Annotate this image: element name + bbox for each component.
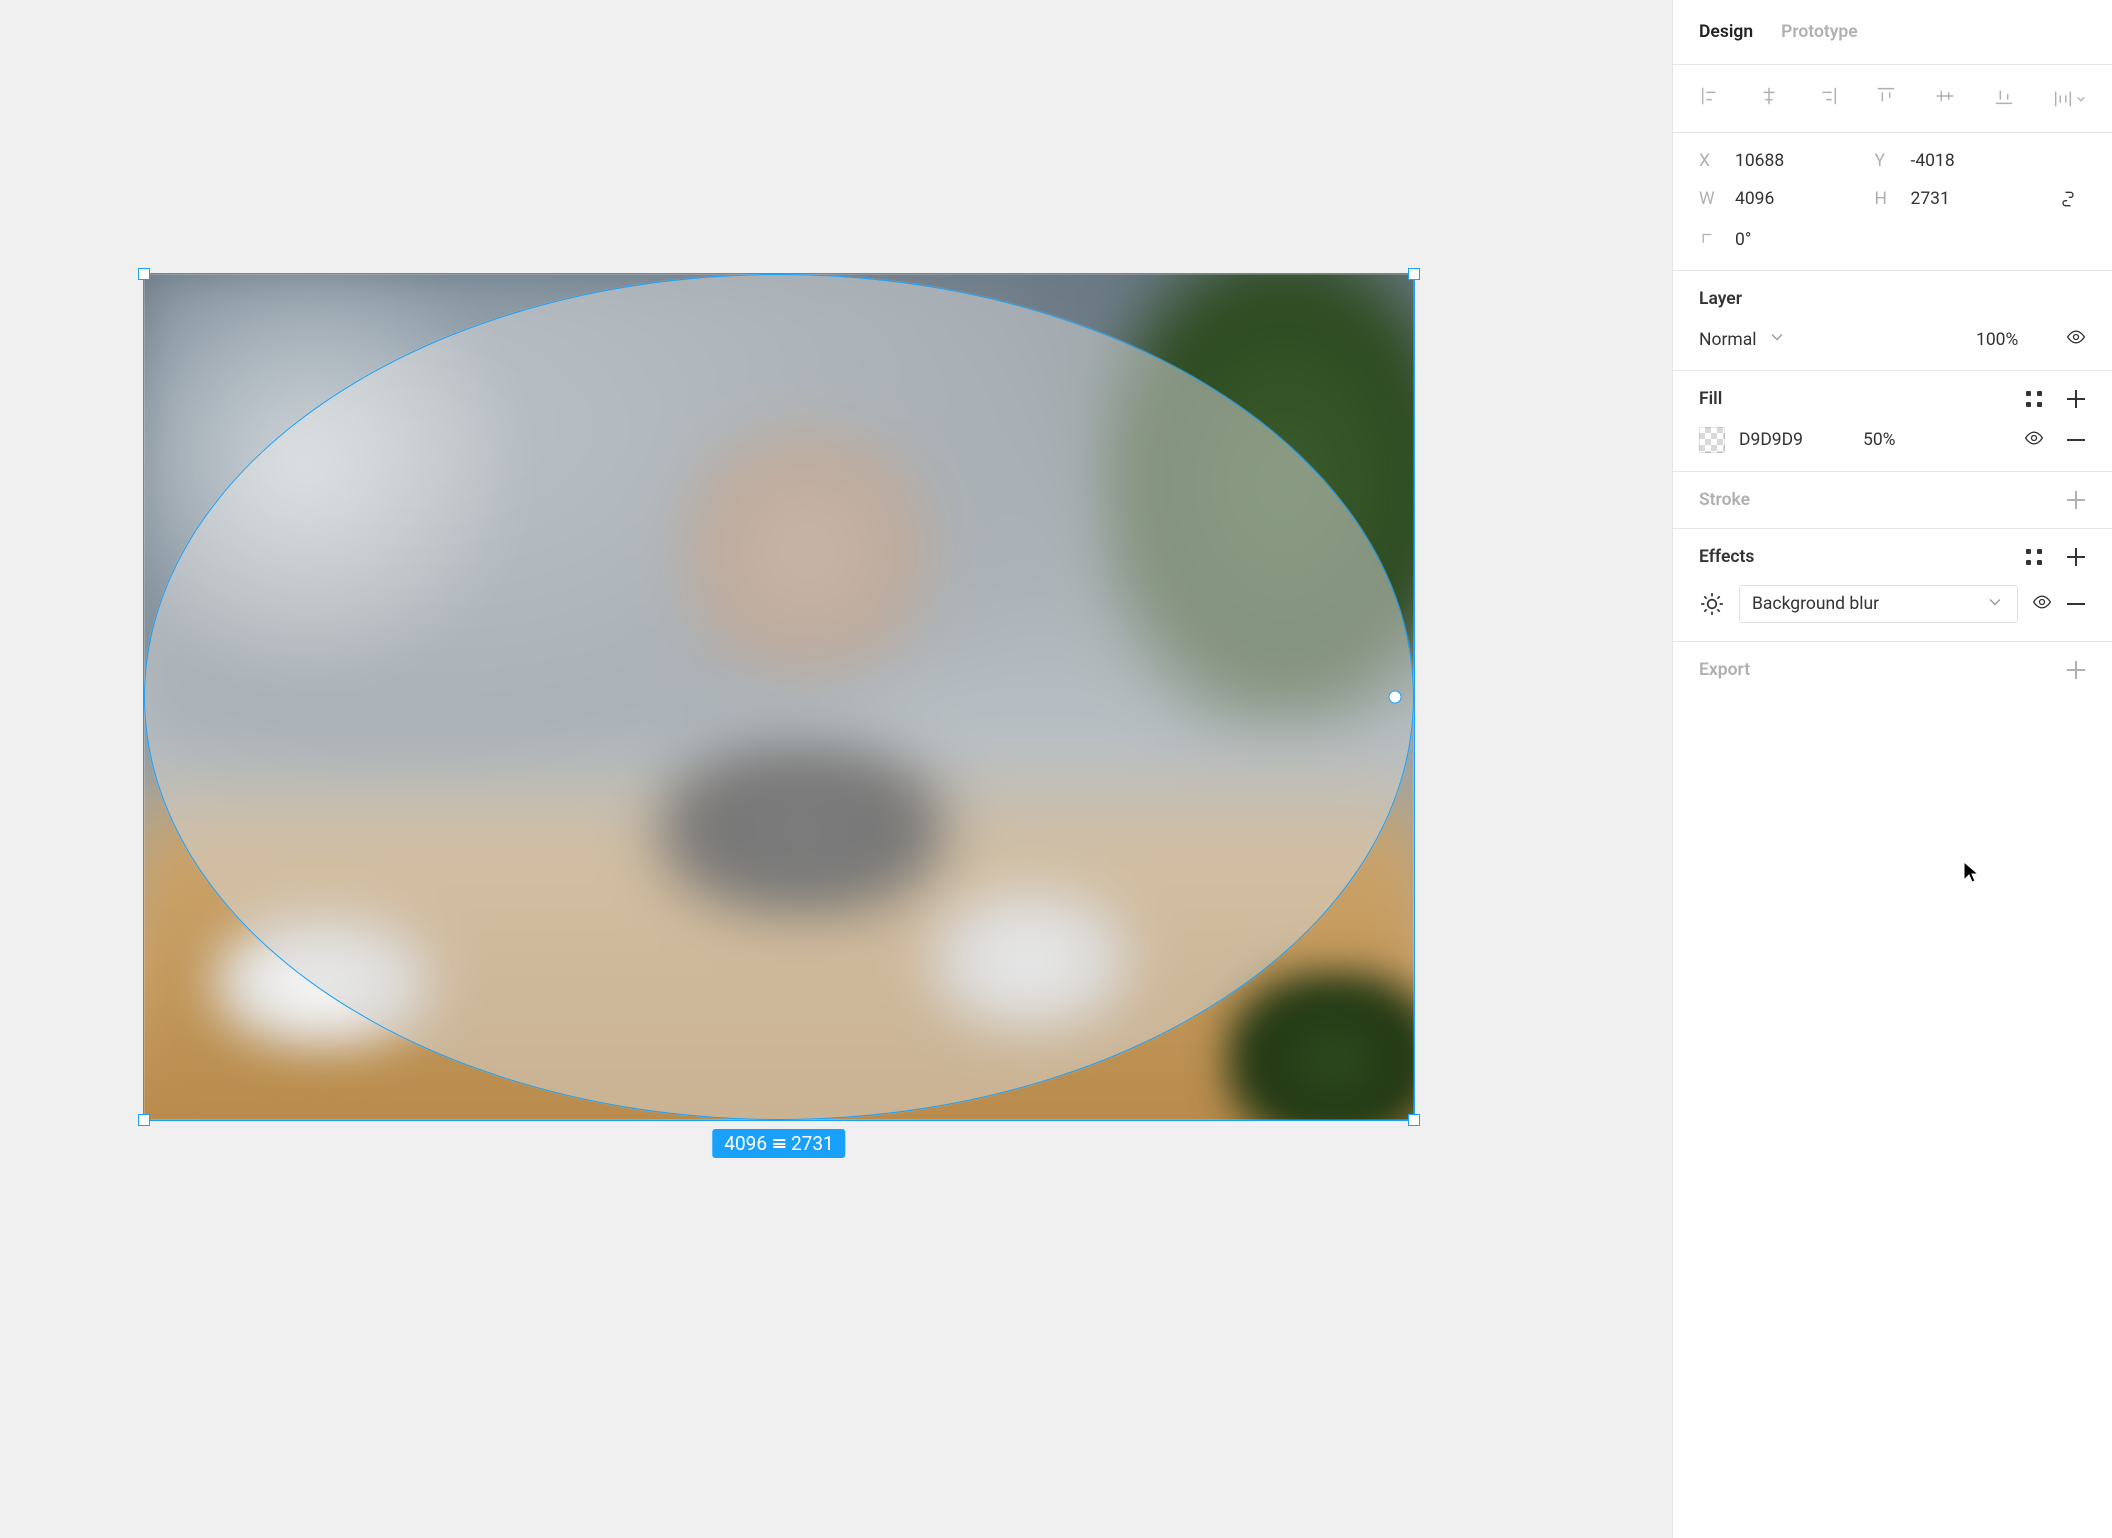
transform-section: X 10688 Y -4018 W 4096 H 2731 <box>1673 133 2112 271</box>
x-field[interactable]: X 10688 <box>1699 151 1875 171</box>
add-fill-icon[interactable] <box>2066 389 2086 409</box>
fill-hex-field[interactable]: D9D9D9 <box>1739 430 1849 450</box>
align-right-icon[interactable] <box>1817 85 1839 112</box>
effects-section: Effects Background blur <box>1673 529 2112 642</box>
h-value: 2731 <box>1911 189 1950 209</box>
rotation-value: 0° <box>1735 230 1751 250</box>
align-hcenter-icon[interactable] <box>1758 85 1780 112</box>
effect-visibility-icon[interactable] <box>2032 592 2052 617</box>
resize-handle-se[interactable] <box>1408 1114 1420 1126</box>
rotation-field[interactable]: 0° <box>1699 227 1875 252</box>
layer-opacity-value: 100% <box>1976 330 2018 350</box>
badge-height: 2731 <box>791 1132 834 1155</box>
fill-hex-value: D9D9D9 <box>1739 430 1803 450</box>
add-stroke-icon[interactable] <box>2066 490 2086 510</box>
fill-swatch[interactable] <box>1699 427 1725 453</box>
visibility-toggle-icon[interactable] <box>2066 327 2086 352</box>
x-value: 10688 <box>1735 151 1784 171</box>
x-label: X <box>1699 151 1721 171</box>
badge-width: 4096 <box>724 1132 767 1155</box>
h-label: H <box>1875 189 1897 209</box>
align-bottom-icon[interactable] <box>1993 85 2015 112</box>
add-export-icon[interactable] <box>2066 660 2086 680</box>
export-section: Export <box>1673 642 2112 698</box>
selection-dimensions-badge: 4096 2731 <box>712 1129 845 1158</box>
fill-section: Fill D9D9D9 50% <box>1673 371 2112 472</box>
tab-prototype[interactable]: Prototype <box>1781 22 1858 42</box>
layer-opacity-field[interactable]: 100% <box>1976 330 2066 350</box>
panel-tabs: Design Prototype <box>1673 0 2112 65</box>
blend-mode-value: Normal <box>1699 330 1757 350</box>
add-effect-icon[interactable] <box>2066 547 2086 567</box>
align-vcenter-icon[interactable] <box>1934 85 1956 112</box>
w-label: W <box>1699 189 1721 209</box>
y-label: Y <box>1875 151 1897 171</box>
layer-title: Layer <box>1699 289 2086 309</box>
resize-handle-nw[interactable] <box>138 268 150 280</box>
remove-effect-icon[interactable] <box>2066 594 2086 614</box>
effects-title: Effects <box>1699 547 1754 567</box>
stroke-section: Stroke <box>1673 472 2112 529</box>
align-more-icon[interactable] <box>2052 88 2086 110</box>
ellipse-arc-handle[interactable] <box>1388 691 1401 704</box>
h-field[interactable]: H 2731 <box>1875 189 2051 209</box>
canvas[interactable]: 4096 2731 <box>0 0 1672 1538</box>
chevron-down-icon <box>1985 592 2005 617</box>
layer-section: Layer Normal 100% <box>1673 271 2112 371</box>
w-field[interactable]: W 4096 <box>1699 189 1875 209</box>
fill-opacity-field[interactable]: 50% <box>1863 430 1933 450</box>
remove-fill-icon[interactable] <box>2066 430 2086 450</box>
fill-visibility-icon[interactable] <box>2024 428 2044 453</box>
resize-handle-ne[interactable] <box>1408 268 1420 280</box>
fill-title: Fill <box>1699 389 1722 409</box>
align-left-icon[interactable] <box>1699 85 1721 112</box>
y-value: -4018 <box>1911 151 1955 171</box>
fill-opacity-value: 50% <box>1863 430 1896 450</box>
blend-mode-select[interactable]: Normal <box>1699 327 1976 352</box>
badge-separator-icon <box>773 1139 785 1148</box>
w-value: 4096 <box>1735 189 1774 209</box>
tab-design[interactable]: Design <box>1699 22 1753 42</box>
selected-frame[interactable]: 4096 2731 <box>144 274 1414 1120</box>
effect-type-select[interactable]: Background blur <box>1739 585 2018 623</box>
export-title: Export <box>1699 660 1750 680</box>
align-top-icon[interactable] <box>1875 85 1897 112</box>
effect-settings-icon[interactable] <box>1699 591 1725 617</box>
fill-styles-icon[interactable] <box>2024 389 2044 409</box>
background-image <box>144 274 1414 1120</box>
rotation-icon <box>1699 227 1721 252</box>
effects-styles-icon[interactable] <box>2024 547 2044 567</box>
y-field[interactable]: Y -4018 <box>1875 151 2051 171</box>
align-tools <box>1673 65 2112 133</box>
chevron-down-icon <box>1767 327 1787 352</box>
effect-type-value: Background blur <box>1752 594 1879 614</box>
blur-ellipse-layer[interactable] <box>144 274 1414 1120</box>
inspector-panel: Design Prototype X 10688 Y -4018 W <box>1672 0 2112 1538</box>
constrain-proportions-icon[interactable] <box>2050 189 2086 209</box>
resize-handle-sw[interactable] <box>138 1114 150 1126</box>
stroke-title: Stroke <box>1699 490 1750 510</box>
